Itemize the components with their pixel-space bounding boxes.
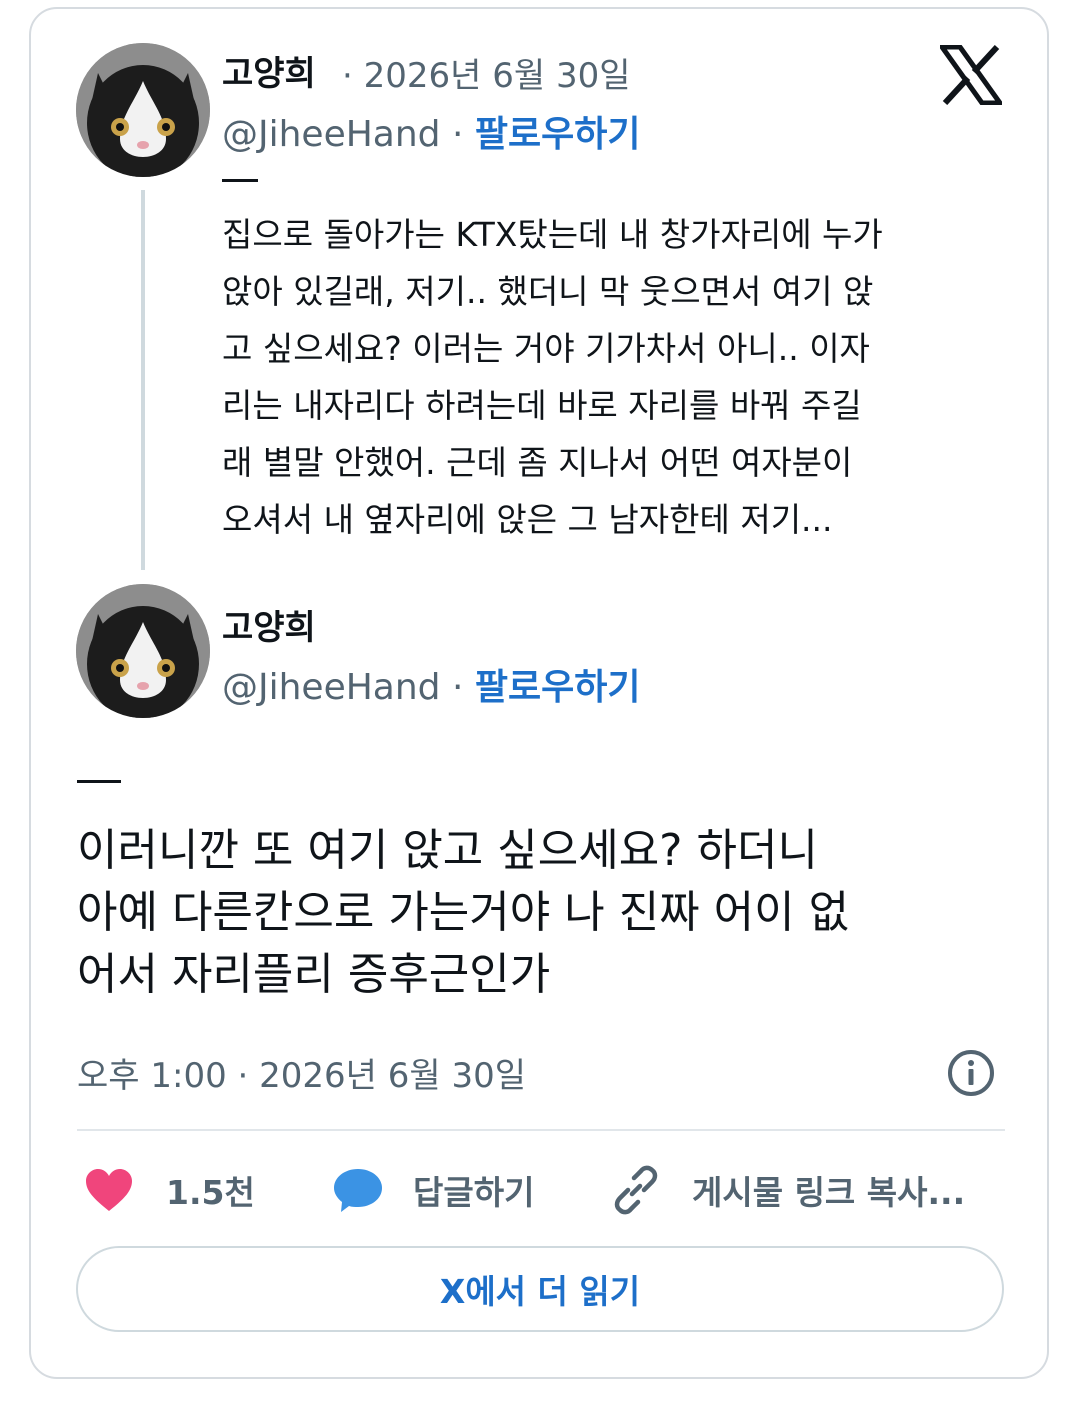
heart-icon bbox=[84, 1167, 134, 1213]
body-line: 아예 다른칸으로 가는거야 나 진짜 어이 없 bbox=[77, 887, 850, 938]
body-line: 리는 내자리다 하려는데 바로 자리를 바꿔 주길 bbox=[222, 386, 862, 425]
read-more-on-x-button[interactable]: X에서 더 읽기 bbox=[76, 1246, 1004, 1332]
divider-dash bbox=[222, 179, 258, 182]
divider bbox=[77, 1129, 1005, 1131]
body-line: 이러니깐 또 여기 앉고 싶으세요? 하더니 bbox=[77, 825, 818, 876]
separator: · bbox=[440, 114, 475, 155]
body-line: 고 싶으세요? 이러는 거야 기가차서 아니.. 이자 bbox=[222, 329, 870, 368]
body-line: 래 별말 안했어. 근데 좀 지나서 어떤 여자분이 bbox=[222, 443, 853, 482]
info-icon[interactable] bbox=[946, 1048, 996, 1098]
like-count: 1.5천 bbox=[166, 1173, 255, 1212]
body-line: 집으로 돌아가는 KTX탔는데 내 창가자리에 누가 bbox=[222, 215, 883, 254]
speech-bubble-icon bbox=[331, 1165, 385, 1215]
body-line: 앉아 있길래, 저기.. 했더니 막 웃으면서 여기 앉 bbox=[222, 272, 874, 311]
handle-row: @JiheeHand · 팔로우하기 bbox=[222, 105, 640, 157]
x-logo-icon[interactable] bbox=[937, 44, 1005, 106]
body-line: 오셔서 내 옆자리에 앉은 그 남자한테 저기... bbox=[222, 500, 833, 539]
divider-dash bbox=[77, 780, 121, 783]
handle-row: @JiheeHand · 팔로우하기 bbox=[222, 658, 640, 710]
link-icon bbox=[610, 1164, 662, 1216]
copy-link-label: 게시물 링크 복사... bbox=[692, 1173, 966, 1212]
post-timestamp[interactable]: 오후 1:00 · 2026년 6월 30일 bbox=[77, 1048, 526, 1097]
follow-button[interactable]: 팔로우하기 bbox=[475, 667, 641, 708]
author-name[interactable]: 고양희 bbox=[222, 46, 316, 95]
author-handle[interactable]: @JiheeHand bbox=[222, 114, 441, 155]
thread-connector-line bbox=[141, 190, 145, 570]
quoted-post-body[interactable]: 집으로 돌아가는 KTX탔는데 내 창가자리에 누가 앉아 있길래, 저기.. … bbox=[222, 206, 1022, 548]
author-handle[interactable]: @JiheeHand bbox=[222, 667, 441, 708]
reply-button[interactable]: 답글하기 bbox=[331, 1160, 534, 1220]
post-body[interactable]: 이러니깐 또 여기 앉고 싶으세요? 하더니 아예 다른칸으로 가는거야 나 진… bbox=[77, 820, 1017, 1006]
copy-link-button[interactable]: 게시물 링크 복사... bbox=[610, 1160, 965, 1220]
like-button[interactable]: 1.5천 bbox=[84, 1160, 255, 1220]
avatar[interactable] bbox=[76, 43, 210, 177]
follow-button[interactable]: 팔로우하기 bbox=[475, 114, 641, 155]
separator: · bbox=[440, 667, 475, 708]
avatar[interactable] bbox=[76, 584, 210, 718]
author-name[interactable]: 고양희 bbox=[222, 600, 316, 649]
post-date[interactable]: · 2026년 6월 30일 bbox=[342, 48, 631, 97]
read-more-label: X에서 더 읽기 bbox=[439, 1272, 641, 1311]
reply-label: 답글하기 bbox=[413, 1173, 535, 1212]
body-line: 어서 자리플리 증후근인가 bbox=[77, 949, 551, 1000]
